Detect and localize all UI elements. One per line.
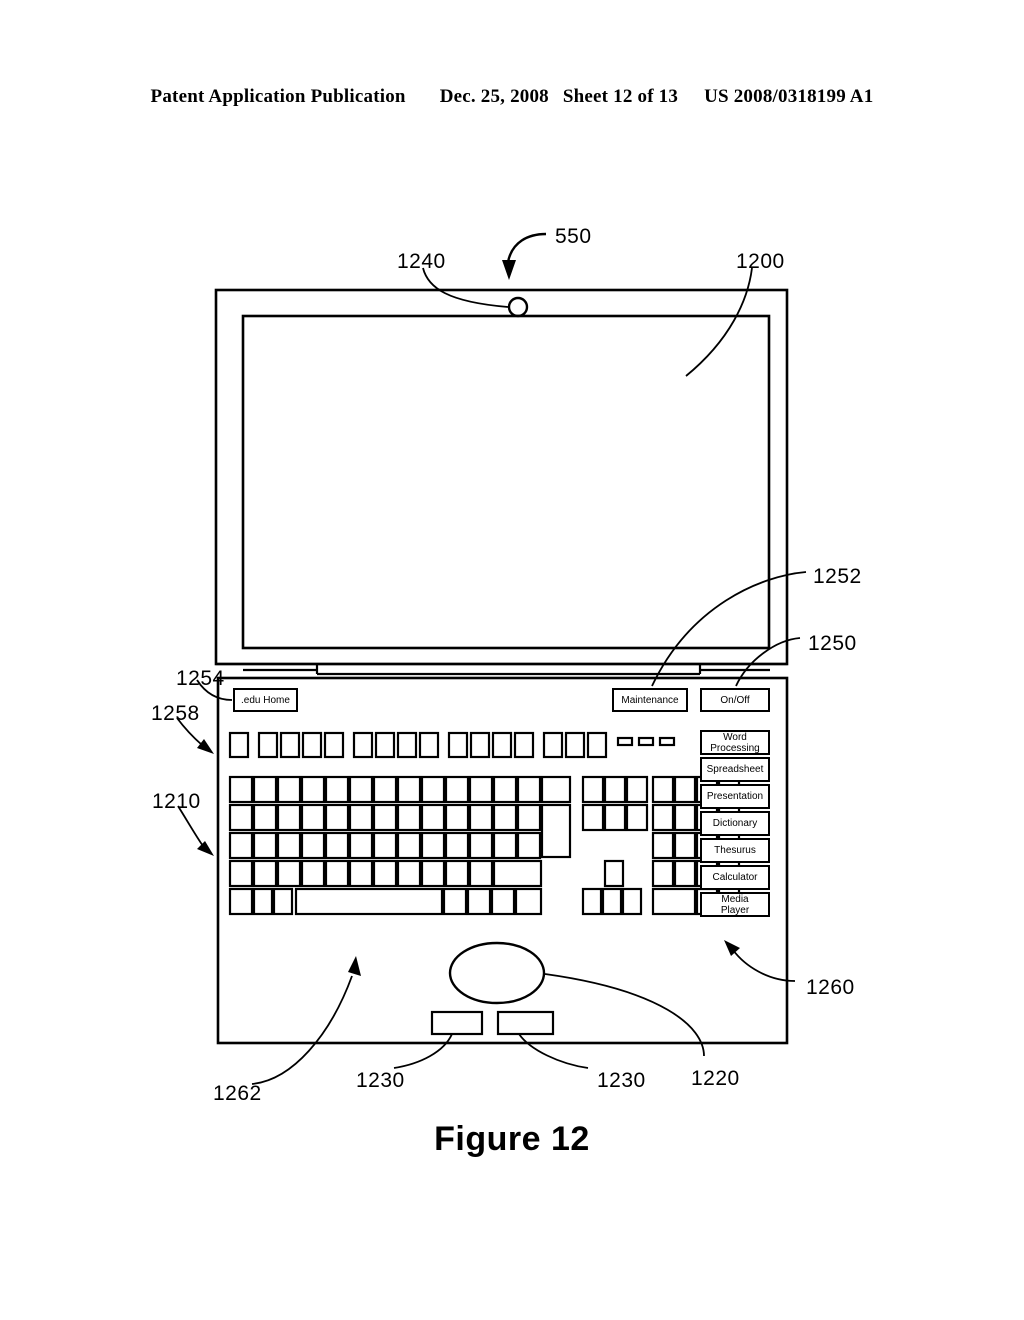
app-button-dictionary[interactable]: Dictionary bbox=[700, 811, 770, 836]
ref-numeral-1252: 1252 bbox=[813, 565, 862, 588]
app-button-label-line2: Player bbox=[720, 904, 750, 916]
app-button-label-line1: Word bbox=[723, 731, 747, 743]
ref-numeral-1260: 1260 bbox=[806, 976, 855, 999]
ref-numeral-1200: 1200 bbox=[736, 250, 785, 273]
edu-home-button-label: .edu Home bbox=[241, 694, 290, 706]
ref-numeral-550: 550 bbox=[555, 225, 592, 248]
app-button-spreadsheet[interactable]: Spreadsheet bbox=[700, 757, 770, 782]
app-button-calculator[interactable]: Calculator bbox=[700, 865, 770, 890]
ref-numeral-1262: 1262 bbox=[213, 1082, 262, 1105]
left-click-button-outline bbox=[430, 1010, 484, 1036]
app-button-label: Spreadsheet bbox=[706, 764, 764, 775]
led-indicator bbox=[637, 736, 655, 747]
app-button-label: Thesurus bbox=[714, 845, 756, 856]
led-indicator bbox=[616, 736, 634, 747]
app-button-presentation[interactable]: Presentation bbox=[700, 784, 770, 809]
app-button-label-line1: Media bbox=[721, 893, 749, 905]
app-button-label-line2: Processing bbox=[710, 742, 760, 754]
app-button-label: Calculator bbox=[712, 872, 758, 883]
onoff-button-label: On/Off bbox=[720, 694, 750, 706]
space-bar bbox=[294, 887, 444, 916]
ref-numeral-1258: 1258 bbox=[151, 702, 200, 725]
ref-numeral-1210: 1210 bbox=[152, 790, 201, 813]
app-button-label: Word Processing bbox=[710, 731, 760, 754]
ref-numeral-1240: 1240 bbox=[397, 250, 446, 273]
edu-home-button[interactable]: .edu Home bbox=[233, 688, 298, 712]
app-button-word-processing[interactable]: Word Processing bbox=[700, 730, 770, 755]
camera-lens bbox=[507, 296, 529, 318]
device-arrow-550 bbox=[502, 232, 547, 280]
arrow-down-key bbox=[601, 887, 623, 916]
enter-key bbox=[540, 803, 572, 859]
led-indicator bbox=[658, 736, 676, 747]
maintenance-button-label: Maintenance bbox=[621, 694, 679, 706]
ref-numeral-1254: 1254 bbox=[176, 667, 225, 690]
arrow-left-key bbox=[581, 887, 603, 916]
app-button-media-player[interactable]: Media Player bbox=[700, 892, 770, 917]
leader-1230-left bbox=[393, 1033, 453, 1069]
ref-numeral-1250: 1250 bbox=[808, 632, 857, 655]
right-shift-key bbox=[492, 859, 543, 888]
app-button-label: Media Player bbox=[720, 893, 750, 916]
display-screen-outline bbox=[241, 314, 771, 650]
numpad-zero-key bbox=[651, 887, 697, 916]
laptop-lid-outline bbox=[214, 288, 789, 666]
arrow-right-key bbox=[621, 887, 643, 916]
app-button-thesurus[interactable]: Thesurus bbox=[700, 838, 770, 863]
figure-caption: Figure 12 bbox=[434, 1120, 590, 1158]
leader-1260 bbox=[724, 940, 796, 982]
hinge-assembly bbox=[216, 662, 787, 676]
maintenance-button[interactable]: Maintenance bbox=[612, 688, 688, 712]
leader-1230-right bbox=[518, 1033, 589, 1069]
onoff-button[interactable]: On/Off bbox=[700, 688, 770, 712]
leader-1262 bbox=[251, 956, 361, 1085]
ref-numeral-1230b: 1230 bbox=[597, 1069, 646, 1092]
app-button-label: Dictionary bbox=[712, 818, 758, 829]
keyboard-keys bbox=[228, 731, 741, 916]
right-click-button-outline bbox=[496, 1010, 555, 1036]
ref-numeral-1220: 1220 bbox=[691, 1067, 740, 1090]
app-button-label: Presentation bbox=[706, 791, 764, 802]
arrow-up-key bbox=[603, 859, 625, 888]
ref-numeral-1230a: 1230 bbox=[356, 1069, 405, 1092]
leader-1200 bbox=[685, 267, 753, 377]
touchpad-surface bbox=[448, 941, 546, 1005]
